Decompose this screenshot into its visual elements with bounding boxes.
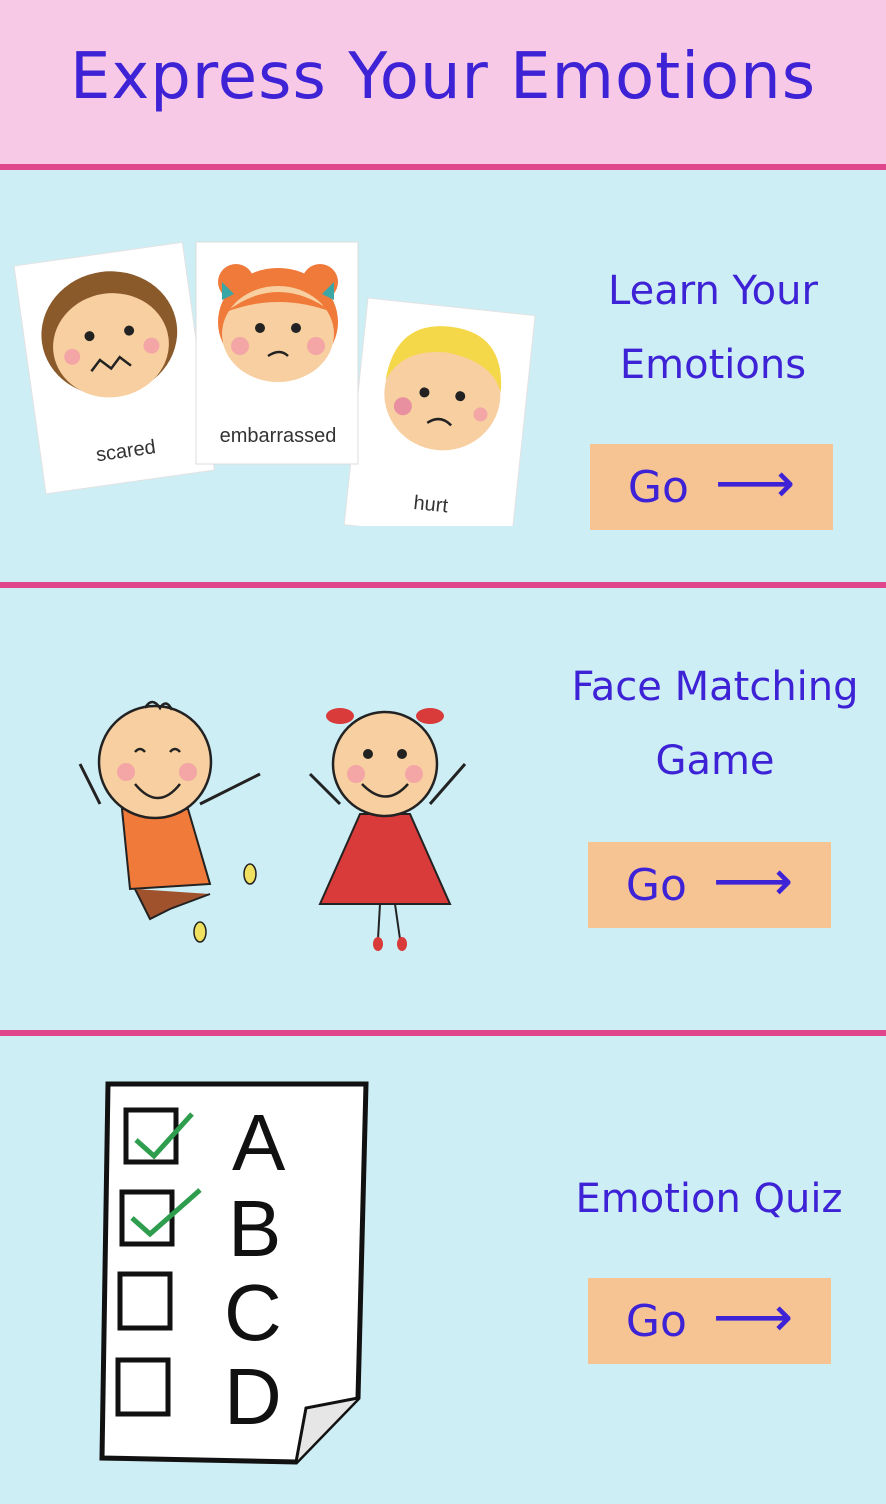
quiz-option-c: C (224, 1268, 282, 1357)
learn-emotions-title: Learn Your Emotions (560, 254, 866, 402)
card-hurt: hurt (343, 297, 536, 526)
emotion-quiz-title-line1: Emotion Quiz (575, 1176, 843, 1222)
go-button-label: Go (627, 461, 689, 513)
card-label-embarrassed: embarrassed (220, 425, 337, 447)
quiz-option-d: D (224, 1352, 282, 1441)
learn-emotions-title-line1: Learn Your (608, 268, 818, 314)
go-button-label: Go (625, 1295, 687, 1347)
card-scared: scared (13, 241, 215, 495)
face-matching-title: Face Matching Game (560, 650, 870, 798)
quiz-option-a: A (232, 1098, 286, 1187)
arrow-right-icon: ⟶ (712, 849, 794, 914)
card-label-hurt: hurt (412, 492, 449, 518)
section-face-matching: Face Matching Game Go ⟶ (0, 594, 886, 1036)
emotion-cards-illustration: scared hurt embarrassed (13, 241, 536, 526)
card-embarrassed: embarrassed (195, 241, 359, 465)
section-learn-emotions: scared hurt embarrassed Learn Your Emoti… (0, 176, 886, 588)
learn-emotions-go-button[interactable]: Go ⟶ (590, 444, 833, 530)
happy-kids-illustration (78, 700, 467, 951)
face-matching-title-line2: Game (655, 738, 775, 784)
face-matching-go-button[interactable]: Go ⟶ (588, 842, 831, 928)
boy-figure (78, 700, 261, 943)
girl-figure (308, 708, 467, 951)
emotion-quiz-go-button[interactable]: Go ⟶ (588, 1278, 831, 1364)
arrow-right-icon: ⟶ (712, 1285, 794, 1350)
arrow-right-icon: ⟶ (714, 451, 796, 516)
page-title: Express Your Emotions (69, 40, 817, 114)
learn-emotions-title-line2: Emotions (619, 342, 807, 388)
go-button-label: Go (625, 859, 687, 911)
section-emotion-quiz: A B C D Emotion Quiz Go ⟶ (0, 1042, 886, 1504)
header-bar: Express Your Emotions (0, 0, 886, 170)
quiz-sheet-illustration: A B C D (99, 1081, 369, 1465)
quiz-option-b: B (228, 1184, 281, 1273)
emotion-quiz-title: Emotion Quiz (554, 1162, 864, 1236)
face-matching-title-line1: Face Matching (571, 664, 859, 710)
